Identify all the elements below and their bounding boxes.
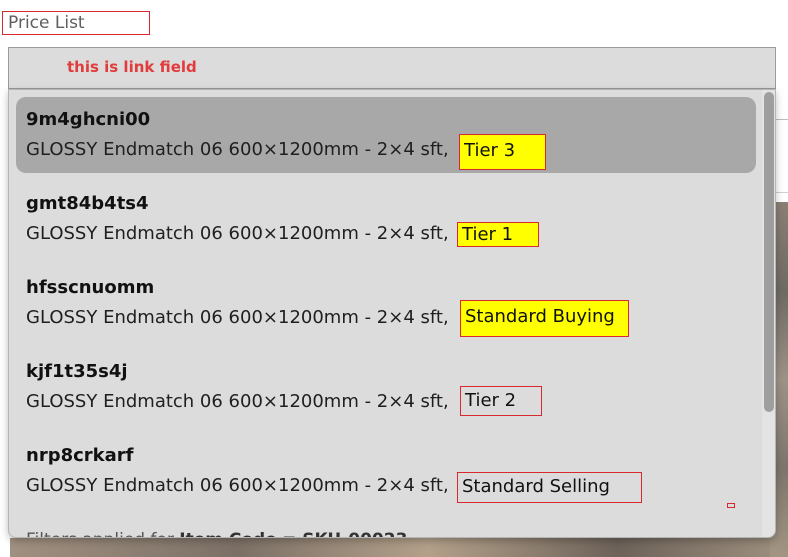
- option-description: GLOSSY Endmatch 06 600×1200mm - 2×4 sft,: [26, 139, 449, 160]
- dropdown-scrollbar[interactable]: [762, 90, 775, 537]
- dropdown-option[interactable]: hfsscnuomm GLOSSY Endmatch 06 600×1200mm…: [16, 265, 756, 341]
- dropdown-option[interactable]: 9m4ghcni00 GLOSSY Endmatch 06 600×1200mm…: [16, 97, 756, 173]
- awesomplete-dropdown: 9m4ghcni00 GLOSSY Endmatch 06 600×1200mm…: [8, 89, 776, 538]
- filters-applied-text: Filters applied for Item Code = SKU-0002…: [26, 530, 407, 537]
- dropdown-option[interactable]: gmt84b4ts4 GLOSSY Endmatch 06 600×1200mm…: [16, 181, 756, 257]
- option-name: gmt84b4ts4: [26, 193, 149, 214]
- annotation-marker: [727, 503, 735, 508]
- option-description: GLOSSY Endmatch 06 600×1200mm - 2×4 sft,: [26, 223, 449, 244]
- option-tier-badge: Standard Selling: [457, 472, 642, 503]
- option-name: kjf1t35s4j: [26, 361, 128, 382]
- option-tier-badge: Tier 1: [457, 222, 539, 247]
- filters-field: Item Code: [179, 530, 276, 537]
- option-name: nrp8crkarf: [26, 445, 134, 466]
- price-list-label: Price List: [2, 11, 150, 35]
- link-field-annotation: this is link field: [67, 58, 197, 76]
- dropdown-option[interactable]: kjf1t35s4j GLOSSY Endmatch 06 600×1200mm…: [16, 349, 756, 425]
- option-description: GLOSSY Endmatch 06 600×1200mm - 2×4 sft,: [26, 307, 449, 328]
- option-description: GLOSSY Endmatch 06 600×1200mm - 2×4 sft,: [26, 391, 449, 412]
- filters-prefix: Filters applied for: [26, 530, 174, 537]
- filters-value: = SKU-00023: [282, 530, 407, 537]
- option-name: 9m4ghcni00: [26, 109, 151, 130]
- option-description: GLOSSY Endmatch 06 600×1200mm - 2×4 sft,: [26, 475, 449, 496]
- price-list-link-field[interactable]: this is link field: [8, 47, 776, 89]
- option-name: hfsscnuomm: [26, 277, 155, 298]
- option-tier-badge: Tier 3: [459, 134, 546, 170]
- option-tier-badge: Tier 2: [460, 386, 542, 416]
- scrollbar-thumb[interactable]: [764, 92, 774, 412]
- dropdown-option[interactable]: nrp8crkarf GLOSSY Endmatch 06 600×1200mm…: [16, 433, 756, 509]
- background-product-image: [10, 538, 770, 557]
- option-tier-badge: Standard Buying: [460, 300, 629, 337]
